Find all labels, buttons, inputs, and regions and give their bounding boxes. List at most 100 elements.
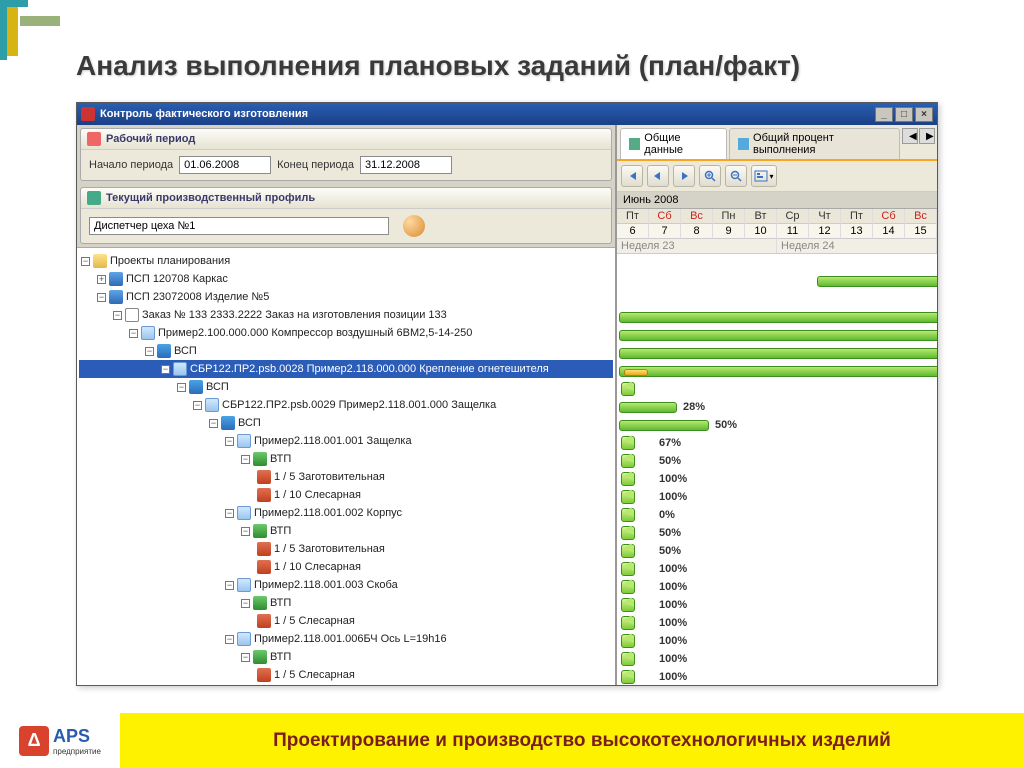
- day-cell[interactable]: 6: [617, 224, 649, 239]
- gantt-row[interactable]: [617, 272, 937, 290]
- gantt-row[interactable]: [617, 380, 937, 398]
- gantt-row[interactable]: 50%: [617, 416, 937, 434]
- profile-group: Текущий производственный профиль Диспетч…: [80, 187, 612, 244]
- day-cell[interactable]: 9: [713, 224, 745, 239]
- gantt-row[interactable]: 100%: [617, 578, 937, 596]
- maximize-button[interactable]: □: [895, 107, 913, 122]
- end-date-input[interactable]: 31.12.2008: [360, 156, 452, 174]
- gantt-row[interactable]: 100%: [617, 650, 937, 668]
- tree-root[interactable]: −Проекты планирования: [79, 252, 613, 270]
- part-icon: [141, 326, 155, 340]
- gantt-row[interactable]: 100%: [617, 632, 937, 650]
- period-group-label: Рабочий период: [106, 133, 195, 145]
- nav-prev-button[interactable]: [647, 165, 669, 187]
- gantt-row[interactable]: 0%: [617, 506, 937, 524]
- gantt-row[interactable]: 100%: [617, 614, 937, 632]
- start-date-input[interactable]: 01.06.2008: [179, 156, 271, 174]
- tree-node-selected[interactable]: −СБР122.ПР2.psb.0028 Пример2.118.000.000…: [79, 360, 613, 378]
- gantt-row[interactable]: 50%: [617, 452, 937, 470]
- gantt-toolbar: ▾: [617, 161, 937, 192]
- gantt-row[interactable]: 100%: [617, 488, 937, 506]
- day-cell[interactable]: 7: [649, 224, 681, 239]
- dow-cell: Вт: [745, 209, 777, 224]
- zoom-out-button[interactable]: [725, 165, 747, 187]
- day-cell[interactable]: 14: [873, 224, 905, 239]
- day-cell[interactable]: 10: [745, 224, 777, 239]
- op-icon: [257, 470, 271, 484]
- day-cell[interactable]: 8: [681, 224, 713, 239]
- gantt-row[interactable]: 50%: [617, 524, 937, 542]
- gantt-row[interactable]: 100%: [617, 560, 937, 578]
- tab-scroll-right[interactable]: ▶: [919, 128, 935, 144]
- tree-node[interactable]: −Пример2.118.001.003 Скоба: [79, 576, 613, 594]
- tree-node[interactable]: −ПСП 23072008 Изделие №5: [79, 288, 613, 306]
- gantt-row[interactable]: [617, 290, 937, 308]
- tree-node[interactable]: −ВТП: [79, 594, 613, 612]
- vsp-icon: [189, 380, 203, 394]
- dow-cell: Пт: [617, 209, 649, 224]
- gantt-row[interactable]: 25%: [617, 362, 937, 380]
- tree-node[interactable]: 1 / 10 Слесарная: [79, 558, 613, 576]
- profile-input[interactable]: Диспетчер цеха №1: [89, 217, 389, 235]
- gantt-row[interactable]: 67%: [617, 434, 937, 452]
- tree-node[interactable]: 1 / 10 Слесарная: [79, 486, 613, 504]
- day-cell[interactable]: 13: [841, 224, 873, 239]
- minimize-button[interactable]: _: [875, 107, 893, 122]
- op-icon: [257, 560, 271, 574]
- op-icon: [257, 542, 271, 556]
- tab-scroll-left[interactable]: ◀: [902, 128, 918, 144]
- gantt-row[interactable]: [617, 254, 937, 272]
- tree-node[interactable]: −ВТП: [79, 648, 613, 666]
- view-mode-button[interactable]: ▾: [751, 165, 777, 187]
- tree-node[interactable]: −Пример2.100.000.000 Компрессор воздушны…: [79, 324, 613, 342]
- part-icon: [237, 578, 251, 592]
- tab-percent[interactable]: Общий процент выполнения: [729, 128, 900, 159]
- tree-node[interactable]: 1 / 5 Слесарная: [79, 666, 613, 684]
- gantt-row[interactable]: 100%: [617, 596, 937, 614]
- folder-icon: [93, 254, 107, 268]
- end-label: Конец периода: [277, 159, 354, 171]
- vtp-icon: [253, 650, 267, 664]
- tree-node[interactable]: −ВСП: [79, 378, 613, 396]
- tree-node[interactable]: 1 / 5 Слесарная: [79, 612, 613, 630]
- gantt-row[interactable]: 50%: [617, 542, 937, 560]
- gantt-row[interactable]: [617, 308, 937, 326]
- tab-general[interactable]: Общие данные: [620, 128, 727, 159]
- tree-node[interactable]: −ВТП: [79, 522, 613, 540]
- user-icon: [403, 215, 425, 237]
- day-cell[interactable]: 15: [905, 224, 937, 239]
- zoom-in-button[interactable]: [699, 165, 721, 187]
- part-icon: [237, 434, 251, 448]
- tree-node[interactable]: +ПСП 120708 Каркас: [79, 270, 613, 288]
- tree-node[interactable]: 1 / 5 Заготовительная: [79, 468, 613, 486]
- nav-next-button[interactable]: [673, 165, 695, 187]
- gantt-row[interactable]: 100%: [617, 470, 937, 488]
- tree-node[interactable]: −ВСП: [79, 414, 613, 432]
- project-tree[interactable]: −Проекты планирования +ПСП 120708 Каркас…: [77, 247, 615, 685]
- tree-node[interactable]: −Пример2.118.001.002 Корпус: [79, 504, 613, 522]
- op-icon: [257, 488, 271, 502]
- dow-cell: Сб: [873, 209, 905, 224]
- gantt-chart[interactable]: 25%28%50%67%50%100%100%0%50%50%100%100%1…: [617, 254, 937, 685]
- close-button[interactable]: ×: [915, 107, 933, 122]
- day-cell[interactable]: 12: [809, 224, 841, 239]
- nav-first-button[interactable]: [621, 165, 643, 187]
- tree-node[interactable]: −Заказ № 133 2333.2222 Заказ на изготовл…: [79, 306, 613, 324]
- tree-node[interactable]: −СБР122.ПР2.psb.0029 Пример2.118.001.000…: [79, 396, 613, 414]
- window-title: Контроль фактического изготовления: [100, 108, 308, 120]
- tree-node[interactable]: −Пример2.118.001.001 Защелка: [79, 432, 613, 450]
- titlebar[interactable]: Контроль фактического изготовления _ □ ×: [77, 103, 937, 125]
- part-icon: [237, 632, 251, 646]
- day-cell[interactable]: 11: [777, 224, 809, 239]
- tree-node[interactable]: 1 / 5 Заготовительная: [79, 540, 613, 558]
- gantt-row[interactable]: [617, 344, 937, 362]
- tree-node[interactable]: −ВСП: [79, 342, 613, 360]
- profile-group-label: Текущий производственный профиль: [106, 192, 315, 204]
- left-pane: Рабочий период Начало периода 01.06.2008…: [77, 125, 617, 685]
- period-group: Рабочий период Начало периода 01.06.2008…: [80, 128, 612, 181]
- gantt-row[interactable]: 28%: [617, 398, 937, 416]
- gantt-row[interactable]: [617, 326, 937, 344]
- tree-node[interactable]: −Пример2.118.001.006БЧ Ось L=19h16: [79, 630, 613, 648]
- gantt-row[interactable]: 100%: [617, 668, 937, 685]
- tree-node[interactable]: −ВТП: [79, 450, 613, 468]
